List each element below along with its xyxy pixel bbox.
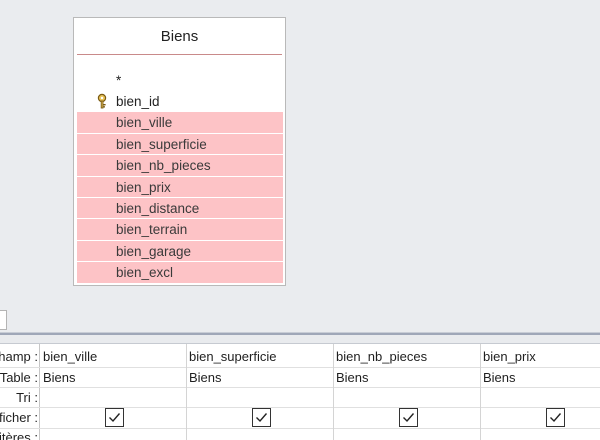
field-bien-nb-pieces[interactable]: bien_nb_pieces (77, 155, 283, 177)
field-bien-prix[interactable]: bien_prix (77, 176, 283, 198)
table-cell[interactable]: Biens (483, 368, 516, 388)
title-divider (77, 54, 282, 55)
row-divider (0, 407, 600, 408)
afficher-checkbox[interactable] (546, 408, 565, 427)
champ-cell[interactable]: bien_ville (43, 347, 97, 367)
checkmark-icon (109, 413, 121, 423)
row-label-criteres: itères : (0, 430, 38, 440)
afficher-checkbox[interactable] (252, 408, 271, 427)
afficher-checkbox[interactable] (105, 408, 124, 427)
afficher-checkbox[interactable] (399, 408, 418, 427)
grid-column-selector-bar[interactable] (0, 335, 600, 344)
row-label-champ: hamp : (0, 349, 38, 364)
checkmark-icon (256, 413, 268, 423)
field-bien-garage[interactable]: bien_garage (77, 240, 283, 263)
checkmark-icon (403, 413, 415, 423)
field-bien-terrain[interactable]: bien_terrain (77, 219, 283, 241)
field-list: * bien_id bien_ville bien_superficie bie… (77, 73, 283, 284)
field-primary-key[interactable]: bien_id (77, 91, 283, 113)
query-design-grid: hamp : Table : Tri : fficher : itères : … (0, 335, 600, 440)
column-divider (333, 344, 334, 440)
row-label-table: Table : (0, 370, 38, 385)
table-title[interactable]: Biens (74, 28, 285, 45)
column-divider (480, 344, 481, 440)
table-cell[interactable]: Biens (336, 368, 369, 388)
field-all-star[interactable]: * (77, 73, 283, 91)
row-divider (0, 428, 600, 429)
label-column-border (39, 344, 40, 440)
table-cell[interactable]: Biens (189, 368, 222, 388)
champ-cell[interactable]: bien_prix (483, 347, 536, 367)
table-cell[interactable]: Biens (43, 368, 76, 388)
field-label: bien_id (116, 94, 160, 109)
column-divider (186, 344, 187, 440)
checkmark-icon (550, 413, 562, 423)
key-icon (97, 93, 111, 109)
champ-cell[interactable]: bien_nb_pieces (336, 347, 427, 367)
table-field-list-biens[interactable]: Biens * bien_id bien_ville bien_superfic… (73, 17, 286, 286)
field-bien-ville[interactable]: bien_ville (77, 112, 283, 134)
field-bien-superficie[interactable]: bien_superficie (77, 133, 283, 156)
field-bien-distance[interactable]: bien_distance (77, 197, 283, 220)
field-bien-excl[interactable]: bien_excl (77, 262, 283, 284)
row-label-afficher: fficher : (0, 410, 38, 425)
champ-cell[interactable]: bien_superficie (189, 347, 276, 367)
row-label-tri: Tri : (16, 390, 38, 405)
scroll-stub[interactable] (0, 310, 7, 330)
